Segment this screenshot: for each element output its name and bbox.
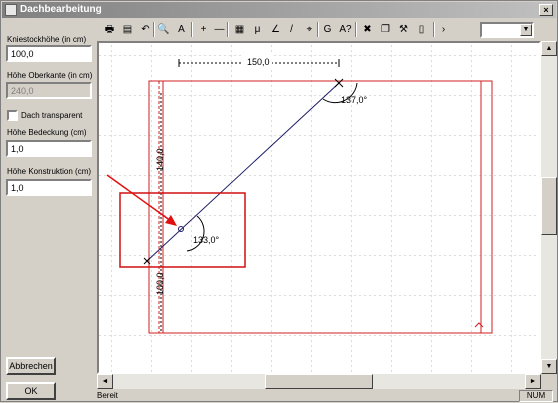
oberkante-label: Höhe Oberkante (in cm) xyxy=(7,71,93,80)
horizontal-scroll-thumb[interactable] xyxy=(265,374,373,389)
next-icon[interactable]: › xyxy=(435,21,452,38)
num-lock-indicator: NUM xyxy=(519,390,553,402)
text-icon[interactable]: A? xyxy=(337,21,354,38)
kniestock-field[interactable]: 100,0 xyxy=(6,45,92,62)
toolbar-separator xyxy=(153,22,155,37)
bedeckung-label: Höhe Bedeckung (cm) xyxy=(7,128,87,137)
angle-bottom-label: 133,0° xyxy=(193,235,220,245)
dimension-icon[interactable]: μ xyxy=(249,21,266,38)
properties-panel: Kniestockhöhe (in cm) 100,0 Höhe Oberkan… xyxy=(1,19,95,403)
kniestock-label: Kniestockhöhe (in cm) xyxy=(7,35,87,44)
layer-combo[interactable]: ▼ xyxy=(480,22,534,38)
toolbar-separator xyxy=(355,22,357,37)
angle-icon[interactable]: ∠ xyxy=(267,21,284,38)
title-bar: Dachbearbeitung × xyxy=(2,2,556,18)
angle-top-label: 137,0° xyxy=(341,95,368,105)
dimension-top-label: 150,0 xyxy=(247,57,270,67)
line-icon[interactable]: / xyxy=(283,21,300,38)
cancel-button[interactable]: Abbrechen xyxy=(6,357,56,375)
g-icon[interactable]: G xyxy=(319,21,336,38)
status-text: Bereit xyxy=(97,391,118,400)
plus-icon[interactable]: + xyxy=(195,21,212,38)
dachbearbeitung-window: Dachbearbeitung × Kniestockhöhe (in cm) … xyxy=(0,0,558,402)
dimension-left-upper-label: 140,0 xyxy=(155,148,165,171)
bedeckung-field[interactable]: 1,0 xyxy=(6,140,92,157)
dimension-left-lower-label: 100,0 xyxy=(155,272,165,295)
app-icon xyxy=(5,4,17,16)
zoom-text-icon[interactable]: A xyxy=(173,21,190,38)
toolbar-separator xyxy=(317,22,319,37)
chevron-down-icon[interactable]: ▼ xyxy=(520,24,532,36)
vertical-scrollbar[interactable]: ▲ ▼ xyxy=(541,41,557,374)
scroll-down-button[interactable]: ▼ xyxy=(541,359,557,374)
zoom-icon[interactable]: 🔍 xyxy=(155,21,172,38)
scroll-up-button[interactable]: ▲ xyxy=(541,41,557,56)
konstruktion-label: Höhe Konstruktion (cm) xyxy=(7,167,92,176)
transparent-checkbox[interactable] xyxy=(7,110,18,121)
undo-icon[interactable]: ↶ xyxy=(137,21,154,38)
minus-icon[interactable]: — xyxy=(211,21,228,38)
transparent-label: Dach transparent xyxy=(21,111,83,120)
ok-button[interactable]: OK xyxy=(6,382,56,400)
oberkante-field: 240,0 xyxy=(6,82,92,99)
page-icon[interactable]: ▯ xyxy=(413,21,430,38)
tool-icon[interactable]: ⚒ xyxy=(395,21,412,38)
snap-icon[interactable]: ⌖ xyxy=(301,21,318,38)
grid-icon[interactable]: ▦ xyxy=(231,21,248,38)
print-icon[interactable]: 🖶 xyxy=(101,21,118,38)
drawing-svg: 150,0 140,0 100,0 137,0° 133,0° xyxy=(99,43,539,372)
delete-icon[interactable]: ✖ xyxy=(359,21,376,38)
horizontal-scrollbar[interactable]: ◄ ► xyxy=(97,374,541,389)
konstruktion-field[interactable]: 1,0 xyxy=(6,179,92,196)
toolbar-separator xyxy=(191,22,193,37)
status-bar: Bereit NUM xyxy=(95,390,557,402)
copy-icon[interactable]: ❐ xyxy=(377,21,394,38)
toolbar-separator xyxy=(227,22,229,37)
close-button[interactable]: × xyxy=(539,4,553,16)
toolbar-separator xyxy=(433,22,435,37)
scroll-left-button[interactable]: ◄ xyxy=(97,374,113,389)
scroll-corner xyxy=(541,374,557,389)
window-title: Dachbearbeitung xyxy=(20,4,102,15)
grid xyxy=(99,43,539,372)
scroll-right-button[interactable]: ► xyxy=(525,374,541,389)
drawing-canvas[interactable]: 150,0 140,0 100,0 137,0° 133,0° xyxy=(97,41,541,374)
vertical-scroll-thumb[interactable] xyxy=(541,177,557,235)
print-preview-icon[interactable]: ▤ xyxy=(119,21,136,38)
